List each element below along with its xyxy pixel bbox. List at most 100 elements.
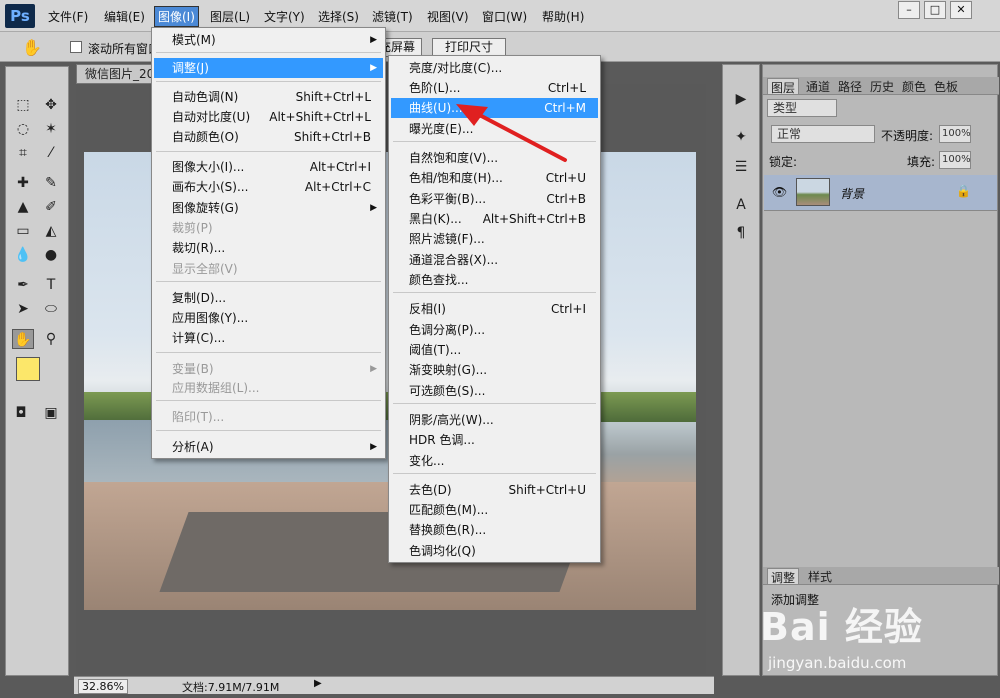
marquee-icon[interactable]: ⬚ — [12, 95, 34, 115]
hand-icon[interactable]: ✋ — [12, 329, 34, 349]
menu-separator — [156, 281, 381, 282]
brush-settings-icon[interactable]: ✦ — [730, 127, 752, 147]
scroll-all-checkbox[interactable] — [70, 41, 82, 53]
blend-mode[interactable]: 正常 — [771, 125, 875, 143]
tab-styles[interactable]: 样式 — [805, 568, 835, 584]
menu-item[interactable]: 自动色调(N) Shift+Ctrl+L — [154, 87, 383, 107]
quick-mask-icon[interactable]: ◘ — [10, 403, 32, 423]
menu-image[interactable]: 图像(I) — [154, 6, 199, 27]
type-icon[interactable]: T — [40, 275, 62, 295]
menu-file[interactable]: 文件(F) — [48, 8, 88, 25]
history-brush-icon[interactable]: ✐ — [40, 197, 62, 217]
bucket-icon[interactable]: ◭ — [40, 221, 62, 241]
character-icon[interactable]: A — [730, 195, 752, 215]
tab-paths[interactable]: 路径 — [835, 78, 865, 94]
menu-item[interactable]: 阈值(T)... — [391, 340, 598, 360]
menu-item[interactable]: 通道混合器(X)... — [391, 250, 598, 270]
menu-item[interactable]: 计算(C)... — [154, 328, 383, 348]
menu-item[interactable]: 变化... — [391, 451, 598, 471]
tab-layers[interactable]: 图层 — [767, 78, 800, 95]
menu-item-label: 画布大小(S)... — [172, 180, 249, 194]
menu-item-label: HDR 色调... — [409, 433, 475, 447]
tab-adjustments[interactable]: 调整 — [767, 568, 800, 585]
minimize-button[interactable]: – — [898, 1, 920, 19]
menu-help[interactable]: 帮助(H) — [542, 8, 584, 25]
menu-type[interactable]: 文字(Y) — [264, 8, 305, 25]
close-button[interactable]: ✕ — [950, 1, 972, 19]
menu-item[interactable]: 模式(M) ▶ — [154, 30, 383, 50]
layer-row-background[interactable]: 👁 背景 🔒 — [764, 175, 997, 211]
dodge-icon[interactable]: ● — [40, 245, 62, 265]
menu-item[interactable]: 可选颜色(S)... — [391, 381, 598, 401]
tab-color[interactable]: 颜色 — [899, 78, 929, 94]
menu-window[interactable]: 窗口(W) — [482, 8, 527, 25]
menu-item[interactable]: 自动对比度(U) Alt+Shift+Ctrl+L — [154, 107, 383, 127]
menu-item[interactable]: 照片滤镜(F)... — [391, 229, 598, 249]
menu-item[interactable]: 匹配颜色(M)... — [391, 500, 598, 520]
menu-item[interactable]: 色调分离(P)... — [391, 320, 598, 340]
menu-item[interactable]: 调整(J) ▶ — [154, 58, 383, 78]
menu-item: 裁剪(P) — [154, 218, 383, 238]
menu-item[interactable]: 色相/饱和度(H)... Ctrl+U — [391, 168, 598, 188]
menu-item[interactable]: 画布大小(S)... Alt+Ctrl+C — [154, 177, 383, 197]
brush-icon[interactable]: ✎ — [40, 173, 62, 193]
menu-item[interactable]: 自动颜色(O) Shift+Ctrl+B — [154, 127, 383, 147]
screen-mode-icon[interactable]: ▣ — [40, 403, 62, 423]
magic-wand-icon[interactable]: ✶ — [40, 119, 62, 139]
tab-channels[interactable]: 通道 — [803, 78, 833, 94]
menu-item[interactable]: 色彩平衡(B)... Ctrl+B — [391, 189, 598, 209]
kind-filter[interactable]: 类型 — [767, 99, 837, 117]
menu-item[interactable]: 替换颜色(R)... — [391, 520, 598, 540]
tab-history[interactable]: 历史 — [867, 78, 897, 94]
zoom-level[interactable]: 32.86% — [78, 679, 128, 694]
menu-item[interactable]: 曲线(U)... Ctrl+M — [391, 98, 598, 118]
menu-view[interactable]: 视图(V) — [427, 8, 469, 25]
menu-item[interactable]: 自然饱和度(V)... — [391, 148, 598, 168]
fill-input[interactable]: 100% — [939, 151, 971, 169]
menu-item[interactable]: 应用图像(Y)... — [154, 308, 383, 328]
ellipse-icon[interactable]: ⬭ — [40, 299, 62, 319]
play-icon[interactable]: ▶ — [730, 89, 752, 109]
menu-item[interactable]: 色调均化(Q) — [391, 541, 598, 561]
opacity-input[interactable]: 100% — [939, 125, 971, 143]
healing-icon[interactable]: ✚ — [12, 173, 34, 193]
zoom-icon[interactable]: ⚲ — [40, 329, 62, 349]
menu-item[interactable]: 颜色查找... — [391, 270, 598, 290]
menu-item[interactable]: 分析(A) ▶ — [154, 437, 383, 457]
pen-icon[interactable]: ✒ — [12, 275, 34, 295]
maximize-button[interactable]: □ — [924, 1, 946, 19]
tab-swatches[interactable]: 色板 — [931, 78, 961, 94]
menu-item[interactable]: 曝光度(E)... — [391, 119, 598, 139]
menu-item[interactable]: 阴影/高光(W)... — [391, 410, 598, 430]
sliders-icon[interactable]: ☰ — [730, 157, 752, 177]
eraser-icon[interactable]: ▭ — [12, 221, 34, 241]
document-tab[interactable]: 微信图片_20 — [76, 64, 156, 84]
stamp-icon[interactable]: ▲ — [12, 197, 34, 217]
menu-item[interactable]: 图像旋转(G) ▶ — [154, 198, 383, 218]
paragraph-icon[interactable]: ¶ — [730, 223, 752, 243]
menu-select[interactable]: 选择(S) — [318, 8, 359, 25]
menu-item[interactable]: 去色(D) Shift+Ctrl+U — [391, 480, 598, 500]
menu-item[interactable]: 反相(I) Ctrl+I — [391, 299, 598, 319]
menu-item[interactable]: 渐变映射(G)... — [391, 360, 598, 380]
path-select-icon[interactable]: ➤ — [12, 299, 34, 319]
menu-edit[interactable]: 编辑(E) — [104, 8, 145, 25]
status-arrow-icon[interactable]: ▶ — [314, 678, 322, 689]
lasso-icon[interactable]: ◌ — [12, 119, 34, 139]
menu-filter[interactable]: 滤镜(T) — [372, 8, 413, 25]
menu-item[interactable]: HDR 色调... — [391, 430, 598, 450]
menu-item[interactable]: 黑白(K)... Alt+Shift+Ctrl+B — [391, 209, 598, 229]
menu-item[interactable]: 裁切(R)... — [154, 238, 383, 258]
menu-layer[interactable]: 图层(L) — [210, 8, 250, 25]
menu-item[interactable]: 色阶(L)... Ctrl+L — [391, 78, 598, 98]
menu-item[interactable]: 图像大小(I)... Alt+Ctrl+I — [154, 157, 383, 177]
move-icon[interactable]: ✥ — [40, 95, 62, 115]
eyedropper-icon[interactable]: ⁄ — [40, 143, 62, 163]
crop-icon[interactable]: ⌗ — [12, 143, 34, 163]
menu-item-label: 图像旋转(G) — [172, 201, 239, 215]
menu-item[interactable]: 亮度/对比度(C)... — [391, 58, 598, 78]
foreground-color[interactable] — [16, 357, 40, 381]
eye-icon[interactable]: 👁 — [772, 185, 787, 199]
blur-icon[interactable]: 💧 — [12, 245, 34, 265]
menu-item[interactable]: 复制(D)... — [154, 288, 383, 308]
